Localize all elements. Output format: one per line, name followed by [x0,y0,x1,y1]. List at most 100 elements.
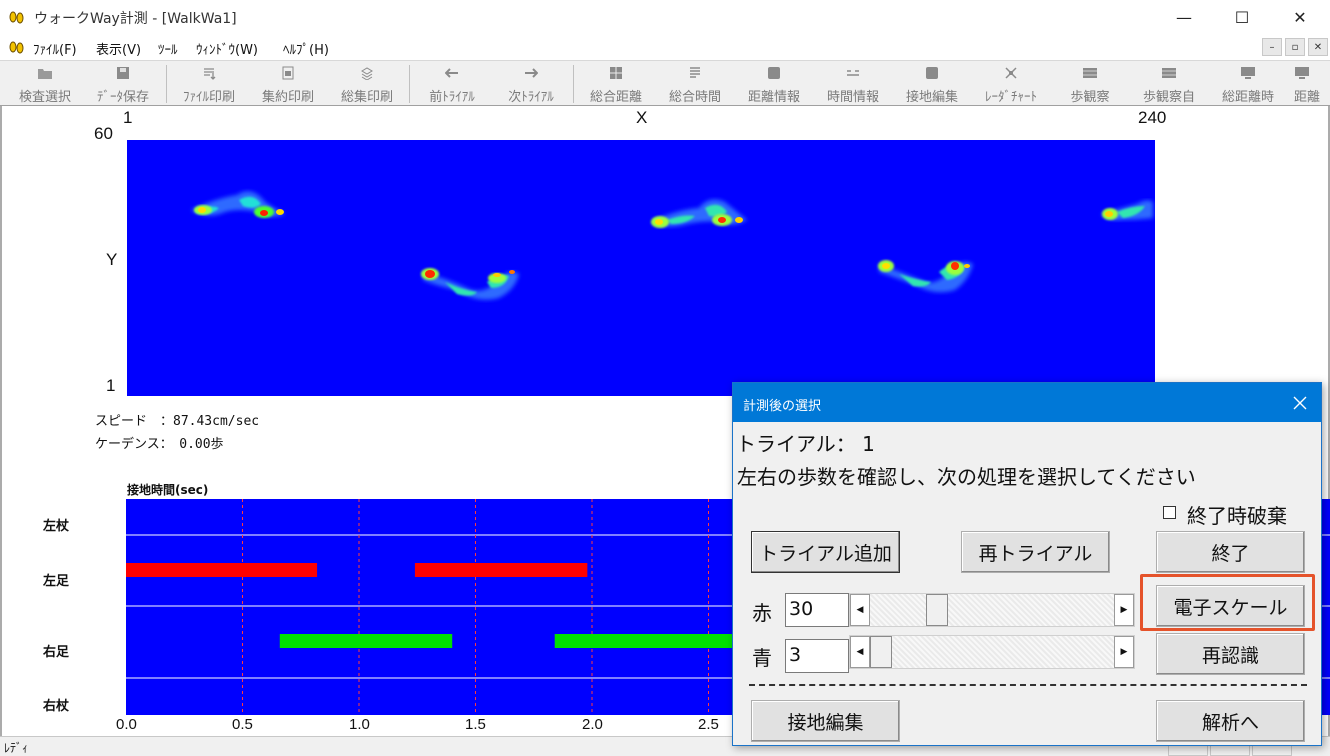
close-button[interactable]: ✕ [1271,0,1329,34]
toolbar-total-distance-time[interactable]: 総距離時 [1215,63,1281,105]
toolbar-prev-trial[interactable]: 前ﾄﾗｲｱﾙ [419,63,485,105]
footprints-doc-icon[interactable] [8,38,26,56]
red-label: 赤 [752,601,772,625]
blue-threshold-slider[interactable]: ◀ ▶ [849,635,1135,669]
toolbar-distance-info[interactable]: 距離情報 [741,63,807,105]
footprint [1101,200,1153,221]
toolbar-label: 距離情報 [747,90,800,105]
menu-tools[interactable]: ﾂｰﾙ [158,39,178,58]
pressure-heatmap [127,140,1155,396]
retrial-button[interactable]: 再トライアル [961,531,1110,573]
dialog-close-button[interactable] [1287,390,1313,416]
toolbar-label: 前ﾄﾗｲｱﾙ [429,90,475,105]
re-recognize-button[interactable]: 再認識 [1156,633,1305,675]
file-print-icon [201,65,217,81]
gantt-tick: 2.5 [698,716,719,733]
toolbar-label: ﾚｰﾀﾞﾁｬｰﾄ [985,90,1037,105]
mdi-restore-button[interactable]: ▫ [1285,38,1305,56]
toolbar-separator [166,65,167,103]
footprint [878,260,973,293]
toolbar-label: 歩観察自 [1142,90,1195,105]
toolbar-data-save[interactable]: ﾃﾞｰﾀ保存 [90,63,156,105]
toolbar-next-trial[interactable]: 次ﾄﾗｲｱﾙ [498,63,564,105]
scroll-right-arrow-icon[interactable]: ▶ [1114,594,1134,626]
instruction-text: 左右の歩数を確認し、次の処理を選択してください [737,465,1196,489]
toolbar-label: 総集印刷 [340,90,393,105]
menu-window[interactable]: ｳｨﾝﾄﾞｳ(W) [196,39,258,58]
red-threshold-slider[interactable]: ◀ ▶ [849,593,1135,627]
menu-file[interactable]: ﾌｧｲﾙ(F) [33,39,77,58]
blue-label: 青 [752,646,772,670]
scroll-right-arrow-icon[interactable]: ▶ [1114,636,1134,668]
toolbar-total-print[interactable]: 総集印刷 [334,63,400,105]
stack-print-icon [359,65,375,81]
discard-on-exit-checkbox[interactable] [1163,506,1176,519]
toolbar-file-print[interactable]: ﾌｧｲﾙ印刷 [176,63,242,105]
arrow-left-icon [444,65,460,81]
red-value-field[interactable]: 30 [785,593,849,627]
toolbar-summary-print[interactable]: 集約印刷 [255,63,321,105]
blue-slider-thumb[interactable] [870,636,892,668]
y-axis-label: Y [106,250,118,269]
square-icon [766,65,782,81]
gantt-tick: 0.0 [116,716,137,733]
blue-value-field[interactable]: 3 [785,639,849,673]
row-label-right-foot: 右足 [43,645,70,660]
toolbar-gait-observe[interactable]: 歩観察 [1057,63,1123,105]
toolbar-radar-chart[interactable]: ﾚｰﾀﾞﾁｬｰﾄ [978,63,1044,105]
add-trial-button[interactable]: トライアル追加 [751,531,900,573]
analyze-button[interactable]: 解析へ [1156,700,1305,742]
toolbar-total-time[interactable]: 総合時間 [662,63,728,105]
toolbar-separator [409,65,410,103]
toolbar-gait-observe-auto[interactable]: 歩観察自 [1136,63,1202,105]
mdi-minimize-button[interactable]: – [1262,38,1282,56]
gantt-title: 接地時間(sec) [127,483,209,497]
discard-on-exit-label: 終了時破棄 [1187,504,1287,528]
highlight-box [1140,574,1315,631]
toolbar-label: 接地編集 [905,90,958,105]
status-text: ﾚﾃﾞｨ [4,741,29,755]
scroll-left-arrow-icon[interactable]: ◀ [850,636,870,668]
toolbar-distance[interactable]: 距離 [1294,63,1330,105]
contact-edit-button[interactable]: 接地編集 [751,700,900,742]
scroll-left-arrow-icon[interactable]: ◀ [850,594,870,626]
floppy-disk-icon [115,65,131,81]
folder-open-icon [37,65,53,81]
gantt-tick: 2.0 [582,716,603,733]
mdi-close-button[interactable]: ✕ [1308,38,1328,56]
toolbar-label: 総合距離 [589,90,642,105]
toolbar-total-distance[interactable]: 総合距離 [583,63,649,105]
toolbar-label: ﾌｧｲﾙ印刷 [182,90,235,105]
gantt-tick: 1.0 [349,716,370,733]
toolbar-label: 次ﾄﾗｲｱﾙ [508,90,554,105]
toolbar-label: 検査選択 [18,90,71,105]
toolbar-label: 総距離時 [1221,90,1274,105]
menu-help[interactable]: ﾍﾙﾌﾟ(H) [283,39,329,58]
radar-icon [1003,65,1019,81]
dialog-title: 計測後の選択 [743,399,822,414]
maximize-button[interactable]: ☐ [1213,0,1271,34]
finish-button[interactable]: 終了 [1156,531,1305,573]
minimize-button[interactable]: — [1155,0,1213,34]
toolbar-contact-edit[interactable]: 接地編集 [899,63,965,105]
red-slider-thumb[interactable] [925,594,948,626]
dialog-title-bar[interactable]: 計測後の選択 [733,383,1321,422]
x-axis-max: 240 [1138,108,1167,127]
x-axis-min: 1 [123,108,133,127]
menu-bar: ﾌｧｲﾙ(F) 表示(V) ﾂｰﾙ ｳｨﾝﾄﾞｳ(W) ﾍﾙﾌﾟ(H) [0,34,1330,60]
menu-view[interactable]: 表示(V) [96,39,141,58]
monitor-icon [1294,65,1310,81]
row-label-left-cane: 左杖 [43,519,70,534]
toolbar-label: 時間情報 [826,90,879,105]
toolbar-time-info[interactable]: 時間情報 [820,63,886,105]
film-icon [1082,65,1098,81]
row-label-right-cane: 右杖 [43,699,70,714]
title-bar: ウォークWay計測 - [WalkWa1] — ☐ ✕ [0,0,1330,34]
toolbar-label: 集約印刷 [261,90,314,105]
toolbar-label: 歩観察 [1070,90,1110,105]
toolbar-exam-select[interactable]: 検査選択 [12,63,78,105]
post-measurement-dialog: 計測後の選択 トライアル： 1 左右の歩数を確認し、次の処理を選択してください … [732,382,1322,746]
film-icon [1161,65,1177,81]
toolbar: 検査選択 ﾃﾞｰﾀ保存 ﾌｧｲﾙ印刷 集約印刷 総集印刷 前ﾄﾗｲｱﾙ 次ﾄﾗｲ… [0,60,1330,106]
square-icon [924,65,940,81]
